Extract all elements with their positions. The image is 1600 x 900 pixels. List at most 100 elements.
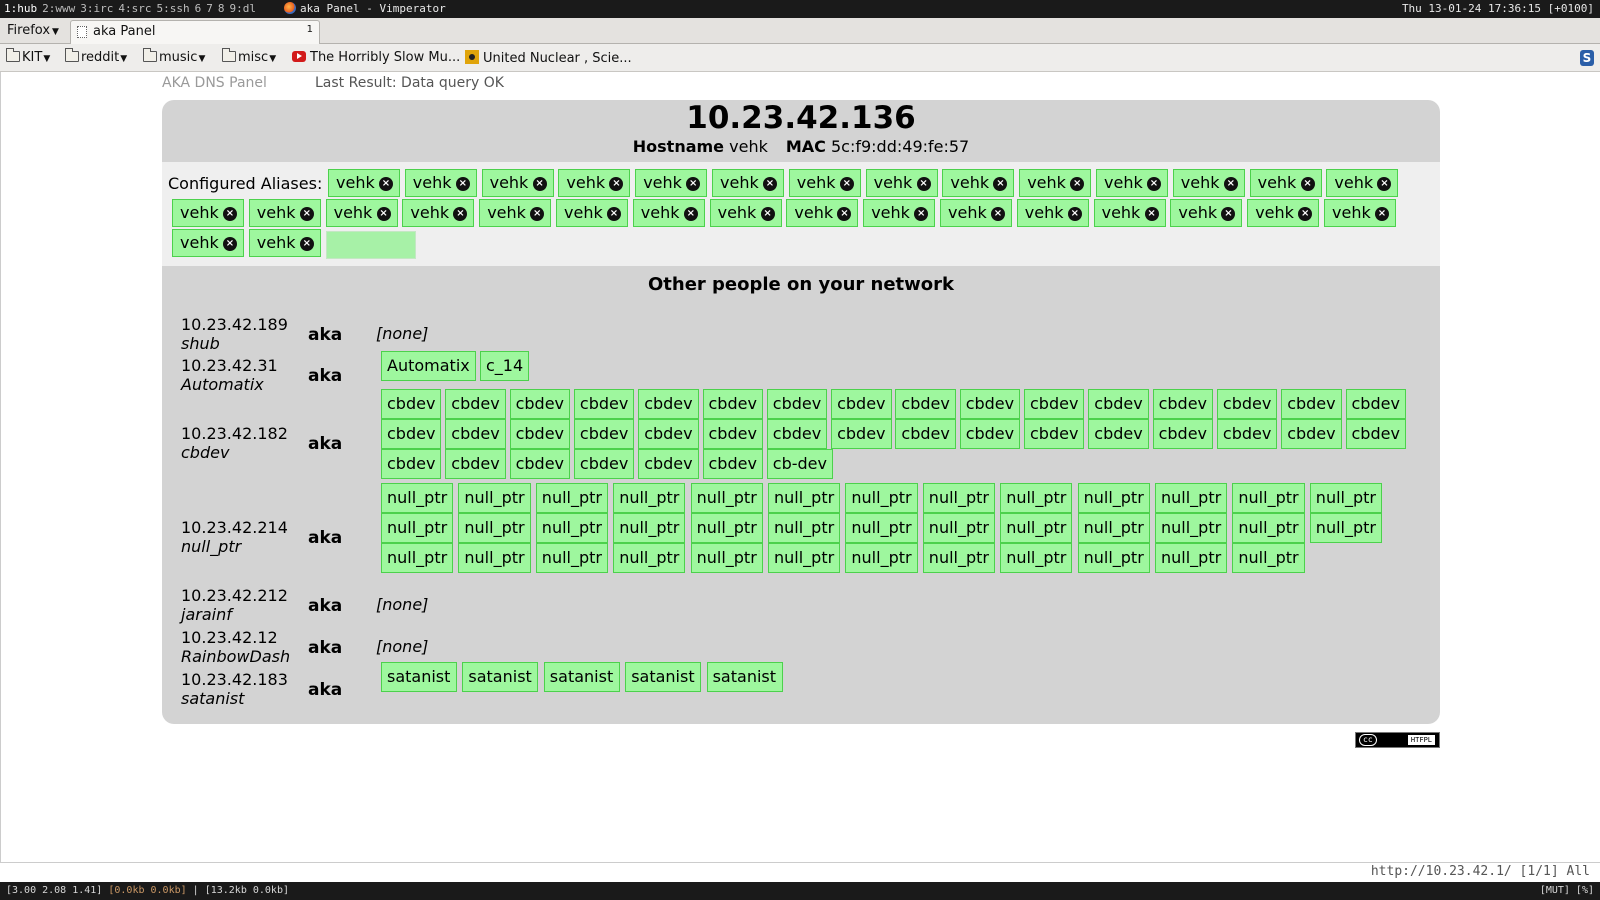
alias-chip: vehk ×	[865, 169, 938, 197]
workspace-8[interactable]: 8	[218, 0, 225, 18]
peer-hostname: shub	[181, 334, 220, 353]
remove-alias-icon[interactable]: ×	[991, 207, 1005, 221]
remove-alias-icon[interactable]: ×	[1147, 177, 1161, 191]
remove-alias-icon[interactable]: ×	[299, 237, 314, 251]
remove-alias-icon[interactable]: ×	[530, 207, 545, 221]
peer-alias-chip: null_ptr	[845, 513, 918, 543]
remove-alias-icon[interactable]: ×	[916, 177, 931, 191]
alias-chip: vehk ×	[1170, 199, 1243, 227]
alias-label: vehk	[948, 203, 987, 222]
peer-alias-chip: cbdev	[573, 449, 635, 479]
remove-alias-icon[interactable]: ×	[837, 207, 852, 221]
bookmark-folder-kit[interactable]: KIT▼	[6, 48, 50, 68]
alias-label: vehk	[1101, 203, 1141, 222]
peer-alias-chip: null_ptr	[458, 543, 531, 573]
peer-alias-chip: cbdev	[1345, 419, 1406, 449]
alias-chip: vehk ×	[328, 169, 400, 197]
bookmark-folder-music[interactable]: music▼	[143, 48, 205, 68]
remove-alias-icon[interactable]: ×	[376, 207, 391, 221]
remove-alias-icon[interactable]: ×	[532, 177, 547, 191]
remove-alias-icon[interactable]: ×	[914, 207, 929, 221]
remove-alias-icon[interactable]: ×	[1377, 177, 1392, 191]
no-aliases-label: [none]	[376, 595, 429, 614]
remove-alias-icon[interactable]: ×	[299, 207, 314, 221]
extension-s-icon[interactable]: S	[1580, 50, 1594, 66]
peer-alias-chip: cbdev	[445, 389, 506, 419]
remove-alias-icon[interactable]: ×	[455, 177, 470, 191]
remove-alias-icon[interactable]: ×	[683, 207, 698, 221]
system-status-bar: [3.00 2.08 1.41] [0.0kb 0.0kb] | [13.2kb…	[0, 882, 1600, 900]
remove-alias-icon[interactable]: ×	[1223, 177, 1238, 191]
alias-chip: vehk ×	[788, 169, 861, 197]
alias-chip: vehk ×	[1096, 169, 1168, 197]
remove-alias-icon[interactable]: ×	[1300, 177, 1315, 191]
aka-label: aka	[308, 638, 343, 658]
new-alias-input[interactable]	[326, 231, 416, 259]
remove-alias-icon[interactable]: ×	[686, 177, 701, 191]
firefox-icon	[284, 2, 296, 14]
alias-label: vehk	[564, 203, 603, 222]
radiation-icon	[465, 50, 479, 64]
workspace-3[interactable]: 3:irc	[80, 0, 113, 18]
peer-alias-chip: cbdev	[638, 449, 699, 479]
alias-chip: vehk ×	[1019, 169, 1092, 197]
bookmark-united-nuclear[interactable]: United Nuclear , Scie...	[465, 50, 632, 68]
remove-alias-icon[interactable]: ×	[609, 177, 624, 191]
last-result-value: Data query OK	[401, 75, 504, 91]
remove-alias-icon[interactable]: ×	[379, 177, 393, 191]
workspace-6[interactable]: 6	[195, 0, 202, 18]
last-result-label: Last Result:	[315, 75, 397, 91]
remove-alias-icon[interactable]: ×	[1144, 207, 1159, 221]
remove-alias-icon[interactable]: ×	[993, 177, 1008, 191]
bookmark-folder-misc[interactable]: misc▼	[222, 48, 276, 68]
alias-chip: vehk ×	[558, 169, 631, 197]
peer-alias-chip: cbdev	[509, 449, 571, 479]
remove-alias-icon[interactable]: ×	[1375, 207, 1389, 221]
remove-alias-icon[interactable]: ×	[763, 177, 777, 191]
workspace-1[interactable]: 1:hub	[4, 0, 37, 18]
remove-alias-icon[interactable]: ×	[607, 207, 621, 221]
firefox-menu-button[interactable]: Firefox ▼	[4, 21, 62, 40]
remove-alias-icon[interactable]: ×	[839, 177, 854, 191]
bookmark-folder-reddit[interactable]: reddit▼	[65, 48, 128, 68]
remove-alias-icon[interactable]: ×	[453, 207, 468, 221]
alias-label: vehk	[796, 173, 836, 192]
alias-chip: vehk ×	[1093, 199, 1166, 227]
peer-alias-chip: satanist	[543, 662, 620, 692]
peer-ip: 10.23.42.212	[181, 586, 288, 605]
peer-alias-chip: null_ptr	[1077, 513, 1150, 543]
peer-alias-chip: cbdev	[1152, 419, 1214, 449]
folder-icon	[6, 48, 20, 62]
remove-alias-icon[interactable]: ×	[223, 237, 237, 251]
alias-label: vehk	[410, 203, 450, 222]
aka-label: aka	[308, 434, 343, 454]
workspace-4[interactable]: 4:src	[118, 0, 151, 18]
workspace-2[interactable]: 2:www	[42, 0, 75, 18]
remove-alias-icon[interactable]: ×	[223, 207, 237, 221]
aka-label: aka	[308, 528, 343, 548]
license-badge[interactable]: cc HTFPL	[1355, 732, 1440, 748]
peer-alias-chip: null_ptr	[535, 513, 608, 543]
active-window-label: aka Panel - Vimperator	[300, 2, 446, 15]
workspace-5[interactable]: 5:ssh	[157, 0, 190, 18]
tab-aka-panel[interactable]: aka Panel 1	[70, 20, 320, 44]
remove-alias-icon[interactable]: ×	[1070, 177, 1085, 191]
peer-alias-chip: null_ptr	[922, 543, 995, 573]
peer-alias-chip: cbdev	[445, 449, 506, 479]
peer-alias-chip: cbdev	[381, 389, 442, 419]
status-url: http://10.23.42.1/ [1/1] All	[1370, 864, 1590, 879]
remove-alias-icon[interactable]: ×	[760, 207, 775, 221]
chevron-down-icon: ▼	[120, 54, 128, 64]
peer-alias-chip: null_ptr	[381, 543, 454, 573]
net-stats-2: [13.2kb 0.0kb]	[204, 885, 289, 896]
workspace-9[interactable]: 9:dl	[230, 0, 257, 18]
workspace-7[interactable]: 7	[206, 0, 213, 18]
bookmark-label: KIT	[22, 50, 43, 65]
remove-alias-icon[interactable]: ×	[1298, 207, 1313, 221]
bookmark-horribly-slow[interactable]: The Horribly Slow Mu...	[292, 50, 460, 68]
peer-alias-chip: cbdev	[573, 419, 635, 449]
peer-alias-chip: null_ptr	[613, 513, 686, 543]
peer-alias-chip: null_ptr	[613, 543, 686, 573]
remove-alias-icon[interactable]: ×	[1067, 207, 1082, 221]
remove-alias-icon[interactable]: ×	[1221, 207, 1236, 221]
